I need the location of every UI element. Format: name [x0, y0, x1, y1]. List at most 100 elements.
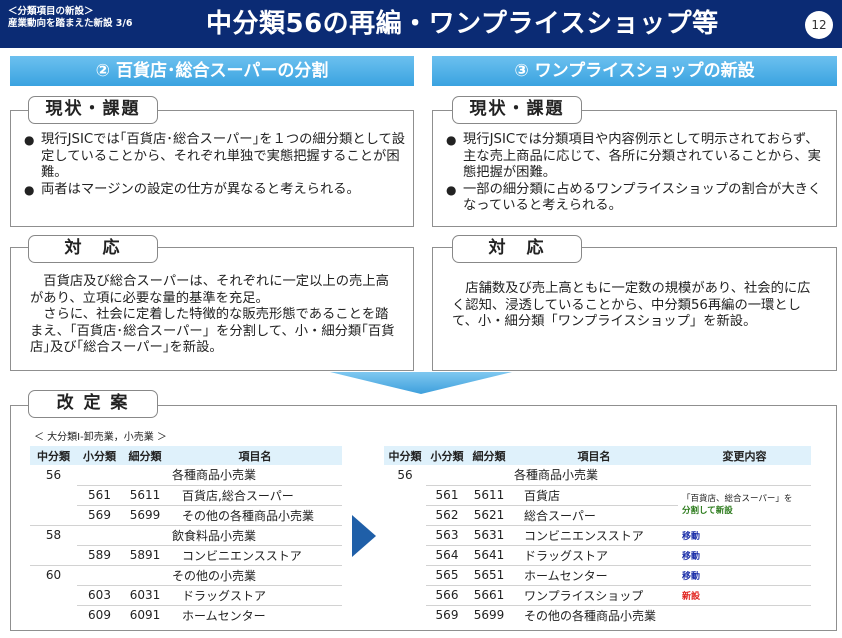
cell-fine: 5611 [122, 484, 168, 505]
cell-mid [30, 545, 77, 565]
col-header-change: 変更内容 [678, 446, 811, 465]
right-status-bullet-2: 一部の細分類に占めるワンプライスショップの割合が大きくなっていると考えられる。 [446, 182, 828, 215]
cell-small: 565 [426, 564, 468, 585]
page-number: 12 [805, 11, 833, 39]
cell-mid [384, 505, 426, 525]
table-row: 564 5641 ドラッグストア 移動 [384, 544, 811, 565]
cell-fine [122, 465, 168, 485]
table-row: 60 その他の小売業 [30, 564, 342, 585]
cell-mid [30, 585, 77, 605]
cell-mid: 56 [397, 468, 413, 482]
cell-fine: 6031 [122, 584, 168, 605]
cell-name: 百貨店 [510, 484, 678, 505]
cell-small: 561 [426, 484, 468, 505]
table-row: 56 各種商品小売業 [30, 465, 342, 485]
table-row: 566 5661 ワンプライスショップ 新設 [384, 584, 811, 605]
table-row: 569 5699 その他の各種商品小売業 [30, 504, 342, 525]
cell-fine: 5611 [468, 484, 510, 505]
cell-mid: 56 [45, 468, 62, 482]
cell-small: 569 [77, 504, 122, 525]
col-header-fine: 細分類 [468, 446, 510, 465]
cell-name: ホームセンター [510, 564, 678, 585]
table-header-row: 中分類 小分類 細分類 項目名 [30, 446, 342, 465]
left-response-para-2: さらに、社会に定着した特徴的な販売形態であることを踏まえ、「百貨店･総合スーパー… [30, 307, 395, 355]
right-response-text: 店舗数及び売上高ともに一定数の規模があり、社会的に広く認知、浸透していることから… [452, 281, 818, 331]
cell-change: 移動 [678, 564, 811, 585]
right-arrow-icon [352, 515, 376, 557]
cell-name: コンビニエンスストア [510, 524, 678, 545]
cell-fine: 6091 [122, 604, 168, 625]
cell-change: 移動 [678, 544, 811, 565]
col-header-small: 小分類 [77, 446, 122, 465]
cell-small [426, 465, 468, 485]
cell-fine [468, 465, 510, 485]
cell-mid [30, 605, 77, 625]
left-status-bullet-2: 両者はマージンの設定の仕方が異なると考えられる。 [24, 182, 406, 199]
right-status-text: 現行JSICでは分類項目や内容例示として明示されておらず、主な売上商品に応じて、… [446, 132, 828, 215]
cell-small: 566 [426, 584, 468, 605]
cell-mid [384, 545, 426, 565]
table-row: 56 各種商品小売業 [384, 465, 811, 485]
cell-name: 飲食料品小売業 [168, 524, 342, 545]
cell-name: ワンプライスショップ [510, 584, 678, 605]
cell-name: ドラッグストア [168, 584, 342, 605]
left-response-text: 百貨店及び総合スーパーは、それぞれに一定以上の売上高があり、立項に必要な量的基準… [30, 274, 398, 357]
cell-small: 564 [426, 544, 468, 565]
cell-fine: 5631 [468, 524, 510, 545]
cell-small: 562 [426, 504, 468, 525]
cell-small: 609 [77, 604, 122, 625]
header-subtitle-line2: 産業動向を踏まえた新設 3/6 [8, 18, 133, 29]
title-bar: ＜分類項目の新設＞ 産業動向を踏まえた新設 3/6 中分類56の再編・ワンプライ… [0, 0, 842, 48]
cell-fine: 5891 [122, 544, 168, 565]
col-header-mid: 中分類 [384, 446, 426, 465]
right-status-bullet-1: 現行JSICでは分類項目や内容例示として明示されておらず、主な売上商品に応じて、… [446, 132, 828, 182]
table-row: 569 5699 その他の各種商品小売業 [384, 604, 811, 625]
left-status-text: 現行JSICでは｢百貨店･総合スーパー｣を１つの細分類として設定していることから… [24, 132, 406, 198]
table-header-row: 中分類 小分類 細分類 項目名 変更内容 [384, 446, 811, 465]
revised-classification-table: 中分類 小分類 細分類 項目名 変更内容 56 各種商品小売業 561 5611… [384, 446, 811, 625]
cell-name: 各種商品小売業 [514, 468, 599, 483]
cell-name: その他の各種商品小売業 [510, 604, 678, 625]
right-response-tag: 対 応 [452, 235, 582, 263]
left-response-para-1: 百貨店及び総合スーパーは、それぞれに一定以上の売上高があり、立項に必要な量的基準… [30, 274, 389, 306]
category-caption: ＜ 大分類I-卸売業，小売業 ＞ [34, 432, 167, 443]
left-section-banner: ② 百貨店･総合スーパーの分割 [10, 56, 414, 86]
cell-change [678, 465, 811, 485]
cell-fine: 5621 [468, 504, 510, 525]
table-row: 58 飲食料品小売業 [30, 524, 342, 545]
cell-small [77, 564, 122, 585]
split-note-line2: 分割して新設 [682, 506, 733, 516]
page-title: 中分類56の再編・ワンプライスショップ等 [206, 9, 719, 39]
col-header-name: 項目名 [168, 446, 342, 465]
cell-fine: 5651 [468, 564, 510, 585]
cell-small: 569 [426, 604, 468, 625]
current-classification-table: 中分類 小分類 細分類 項目名 56 各種商品小売業 561 5611 百貨店,… [30, 446, 342, 625]
table-row: 565 5651 ホームセンター 移動 [384, 564, 811, 585]
split-note-line1: 「百貨店、総合スーパー」を [682, 494, 793, 504]
col-header-mid: 中分類 [30, 446, 77, 465]
cell-fine: 5699 [468, 604, 510, 625]
down-arrow-icon [330, 372, 512, 394]
cell-fine: 5661 [468, 584, 510, 605]
header-subtitle: ＜分類項目の新設＞ 産業動向を踏まえた新設 3/6 [8, 6, 133, 30]
right-section-banner: ③ ワンプライスショップの新設 [432, 56, 837, 86]
table-row: 563 5631 コンビニエンスストア 移動 [384, 524, 811, 545]
split-note: 「百貨店、総合スーパー」を 分割して新設 [678, 484, 811, 525]
cell-change: 移動 [678, 524, 811, 545]
cell-mid [384, 585, 426, 605]
right-response-para-1: 店舗数及び売上高ともに一定数の規模があり、社会的に広く認知、浸透していることから… [452, 281, 811, 329]
revision-tag: 改 定 案 [28, 390, 158, 418]
cell-mid: 60 [30, 564, 77, 585]
table-row: 561 5611 百貨店 「百貨店、総合スーパー」を 分割して新設 [384, 484, 811, 525]
table-row: 603 6031 ドラッグストア [30, 584, 342, 605]
col-header-fine: 細分類 [122, 446, 168, 465]
cell-mid [384, 605, 426, 625]
cell-mid [30, 505, 77, 525]
cell-mid [384, 565, 426, 585]
cell-name: その他の各種商品小売業 [168, 504, 342, 525]
cell-mid [30, 485, 77, 505]
cell-name: 百貨店,総合スーパー [168, 484, 342, 505]
cell-small: 561 [77, 484, 122, 505]
left-status-tag: 現状・課題 [28, 96, 158, 124]
col-header-small: 小分類 [426, 446, 468, 465]
